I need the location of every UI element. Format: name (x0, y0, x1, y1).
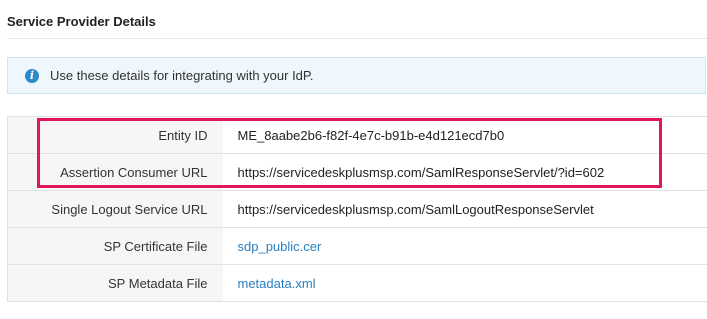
assertion-consumer-url-value: https://servicedeskplusmsp.com/SamlRespo… (222, 153, 707, 191)
sp-metadata-file-link[interactable]: metadata.xml (238, 276, 316, 291)
title-divider (7, 38, 707, 39)
assertion-consumer-url-label: Assertion Consumer URL (7, 153, 223, 191)
info-banner-text: Use these details for integrating with y… (50, 68, 314, 83)
single-logout-url-value: https://servicedeskplusmsp.com/SamlLogou… (222, 190, 707, 228)
table-row-assertion-consumer-url: Assertion Consumer URL https://servicede… (7, 153, 707, 191)
sp-certificate-file-label: SP Certificate File (7, 227, 223, 265)
service-provider-details-panel: Service Provider Details i Use these det… (0, 0, 707, 319)
sp-metadata-file-label: SP Metadata File (7, 264, 223, 302)
table-row-sp-certificate-file: SP Certificate File sdp_public.cer (7, 227, 707, 265)
info-icon: i (25, 68, 39, 83)
table-row-entity-id: Entity ID ME_8aabe2b6-f82f-4e7c-b91b-e4d… (7, 116, 707, 154)
table-row-sp-metadata-file: SP Metadata File metadata.xml (7, 264, 707, 302)
single-logout-url-label: Single Logout Service URL (7, 190, 223, 228)
info-banner: i Use these details for integrating with… (7, 57, 706, 94)
table-row-single-logout-url: Single Logout Service URL https://servic… (7, 190, 707, 228)
entity-id-label: Entity ID (7, 116, 223, 154)
section-title: Service Provider Details (7, 14, 156, 29)
details-table: Entity ID ME_8aabe2b6-f82f-4e7c-b91b-e4d… (7, 116, 707, 302)
sp-certificate-file-link[interactable]: sdp_public.cer (238, 239, 322, 254)
entity-id-value: ME_8aabe2b6-f82f-4e7c-b91b-e4d121ecd7b0 (222, 116, 707, 154)
